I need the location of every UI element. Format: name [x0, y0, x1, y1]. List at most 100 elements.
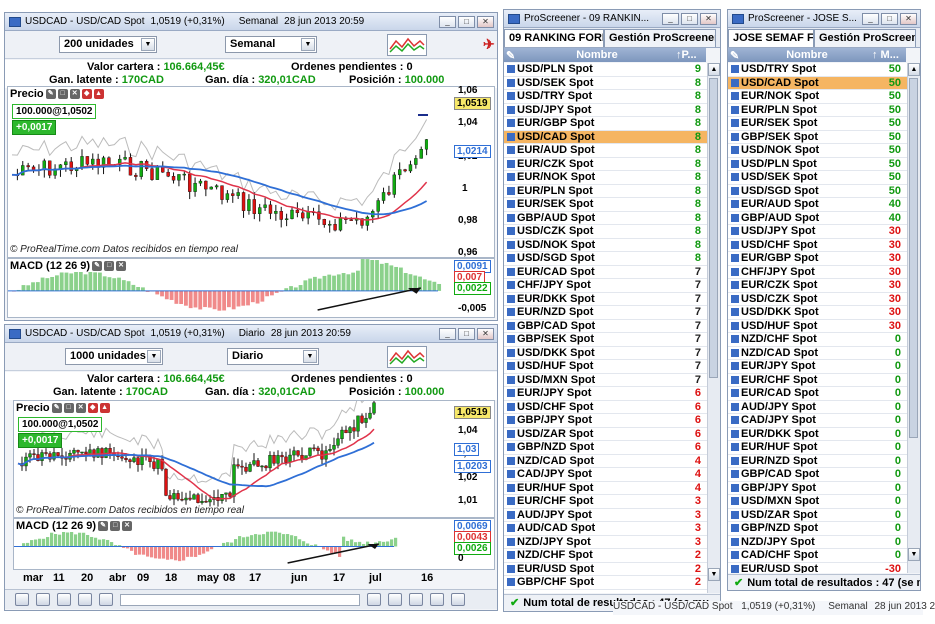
alert-icon[interactable]: ◆ [81, 89, 92, 99]
price-chart-weekly[interactable]: Precio ✎ □ ✕ ◆ ▲ 100.000@1,0502 +0,0017 1,06 … [7, 85, 495, 258]
scroll-thumb[interactable] [709, 78, 718, 378]
scroll-up-icon[interactable]: ▲ [908, 63, 920, 76]
list-item[interactable]: NZD/CHF Spot 2 [504, 549, 707, 563]
list-item[interactable]: NZD/JPY Spot 0 [728, 536, 907, 549]
maximize-icon[interactable]: □ [881, 12, 898, 25]
list-item[interactable]: EUR/CZK Spot 8 [504, 158, 707, 171]
list-item[interactable]: GBP/AUD Spot 40 [728, 212, 907, 225]
list-item[interactable]: AUD/JPY Spot 0 [728, 401, 907, 414]
maximize-icon[interactable]: □ [458, 327, 475, 340]
list-item[interactable]: GBP/NZD Spot 6 [504, 441, 707, 455]
list-item[interactable]: USD/CAD Spot 50 [728, 76, 907, 90]
macd-panel-weekly[interactable]: MACD (12 26 9) ✎ □ ✕ 0,0091 0,007 0,0022 -0… [7, 258, 495, 318]
minimize-icon[interactable]: _ [439, 327, 456, 340]
list-item[interactable]: NZD/CHF Spot 0 [728, 333, 907, 347]
title-bar[interactable]: ProScreener - 09 RANKIN... _ □ ✕ [504, 10, 720, 28]
list-item[interactable]: USD/CHF Spot 6 [504, 401, 707, 414]
list-item[interactable]: CHF/JPY Spot 7 [504, 279, 707, 293]
wrench-icon[interactable]: ✎ [504, 49, 518, 62]
list-item[interactable]: USD/CZK Spot 8 [504, 225, 707, 239]
list-item[interactable]: USD/SEK Spot 8 [504, 77, 707, 90]
list-item[interactable]: EUR/PLN Spot 8 [504, 185, 707, 198]
list-item[interactable]: NZD/CAD Spot 0 [728, 347, 907, 360]
list-item[interactable]: GBP/AUD Spot 8 [504, 212, 707, 225]
list-item[interactable]: EUR/USD Spot 2 [504, 563, 707, 576]
copy-icon[interactable]: □ [104, 261, 115, 271]
scroll-down-icon[interactable]: ▼ [908, 548, 920, 561]
scroll-up-icon[interactable]: ▲ [708, 63, 720, 76]
list-item[interactable]: EUR/NZD Spot 7 [504, 306, 707, 320]
wrench-icon[interactable]: ✎ [51, 403, 62, 413]
list-item[interactable]: USD/JPY Spot 8 [504, 104, 707, 117]
macd-panel-daily[interactable]: MACD (12 26 9) ✎ □ ✕ 0,0069 0,0043 0,0026 0 [13, 518, 495, 570]
units-select[interactable]: 200 unidades ▼ [59, 36, 157, 53]
title-bar[interactable]: USDCAD - USD/CAD Spot 1,0519 (+0,31%) Se… [5, 13, 497, 31]
chart-type-button[interactable] [387, 34, 427, 56]
table-icon[interactable] [99, 593, 113, 606]
vertical-scrollbar[interactable]: ▲ ▼ [907, 63, 920, 573]
list-item[interactable]: USD/JPY Spot 30 [728, 225, 907, 239]
list-item[interactable]: GBP/SEK Spot 50 [728, 131, 907, 144]
list-item[interactable]: USD/SGD Spot 8 [504, 252, 707, 266]
trade-icon[interactable]: ✈ [483, 36, 495, 54]
print-icon[interactable] [36, 593, 50, 606]
zoom-fit-icon[interactable] [409, 593, 423, 606]
list-item[interactable]: USD/MXN Spot 0 [728, 495, 907, 509]
list-item[interactable]: CHF/JPY Spot 30 [728, 266, 907, 279]
list-item[interactable]: EUR/NOK Spot 50 [728, 90, 907, 104]
col-nombre[interactable]: Nombre [518, 49, 676, 61]
list-item[interactable]: EUR/DKK Spot 0 [728, 428, 907, 441]
close-icon[interactable]: ✕ [75, 403, 86, 413]
list-item[interactable]: EUR/CHF Spot 0 [728, 374, 907, 387]
arrow-up-icon[interactable]: ▲ [99, 403, 110, 413]
copy-icon[interactable]: □ [110, 521, 121, 531]
list-item[interactable]: USD/NOK Spot 50 [728, 144, 907, 158]
list-item[interactable]: AUD/JPY Spot 3 [504, 509, 707, 522]
list-item[interactable]: EUR/HUF Spot 0 [728, 441, 907, 455]
list-item[interactable]: EUR/USD Spot -30 [728, 563, 907, 573]
list-item[interactable]: EUR/CHF Spot 3 [504, 495, 707, 509]
alert-icon[interactable]: ◆ [87, 403, 98, 413]
list-item[interactable]: NZD/JPY Spot 3 [504, 536, 707, 549]
minimize-icon[interactable]: _ [862, 12, 879, 25]
col-value[interactable]: ↑ M... [872, 49, 906, 61]
title-bar[interactable]: USDCAD - USD/CAD Spot 1,0519 (+0,31%) Di… [5, 325, 497, 343]
col-nombre[interactable]: Nombre [742, 49, 872, 61]
list-item[interactable]: EUR/JPY Spot 6 [504, 387, 707, 401]
wrench-icon[interactable]: ✎ [45, 89, 56, 99]
list-item[interactable]: NZD/CAD Spot 4 [504, 455, 707, 468]
list-item[interactable]: USD/MXN Spot 7 [504, 374, 707, 387]
list-item[interactable]: USD/PLN Spot 50 [728, 158, 907, 171]
list-item[interactable]: CAD/CHF Spot 0 [728, 549, 907, 563]
list-item[interactable]: GBP/JPY Spot 6 [504, 414, 707, 428]
timeframe-select[interactable]: Semanal ▼ [225, 36, 317, 53]
play-icon[interactable] [367, 593, 381, 606]
scroll-down-icon[interactable]: ▼ [708, 568, 720, 581]
list-item[interactable]: EUR/CZK Spot 30 [728, 279, 907, 293]
wrench-icon[interactable]: ✎ [92, 261, 103, 271]
calculator-icon[interactable] [78, 593, 92, 606]
list-item[interactable]: EUR/CAD Spot 0 [728, 387, 907, 401]
copy-icon[interactable]: □ [63, 403, 74, 413]
scissors-icon[interactable] [57, 593, 71, 606]
timeframe-select[interactable]: Diario ▼ [227, 348, 319, 365]
list-item[interactable]: USD/CAD Spot 8 [504, 130, 707, 144]
tab-ranking[interactable]: 09 RANKING FORE [504, 29, 604, 47]
list-item[interactable]: USD/PLN Spot 9 [504, 63, 707, 77]
copy-icon[interactable]: □ [57, 89, 68, 99]
list-item[interactable]: CAD/JPY Spot 4 [504, 468, 707, 482]
mail-icon[interactable] [15, 593, 29, 606]
position-badge[interactable]: 100.000@1,0502 [12, 104, 97, 119]
list-item[interactable]: USD/ZAR Spot 0 [728, 509, 907, 522]
title-bar[interactable]: ProScreener - JOSE S... _ □ ✕ [728, 10, 920, 28]
zoom-out-icon[interactable] [430, 593, 444, 606]
wrench-icon[interactable]: ✎ [98, 521, 109, 531]
vertical-scrollbar[interactable]: ▲ ▼ [707, 63, 720, 593]
list-item[interactable]: USD/DKK Spot 7 [504, 347, 707, 360]
list-item[interactable]: USD/TRY Spot 50 [728, 63, 907, 77]
zoom-in-icon[interactable] [451, 593, 465, 606]
list-item[interactable]: EUR/PLN Spot 50 [728, 104, 907, 117]
list-item[interactable]: USD/TRY Spot 8 [504, 90, 707, 104]
close-icon[interactable]: ✕ [700, 12, 717, 25]
list-item[interactable]: USD/HUF Spot 7 [504, 360, 707, 374]
